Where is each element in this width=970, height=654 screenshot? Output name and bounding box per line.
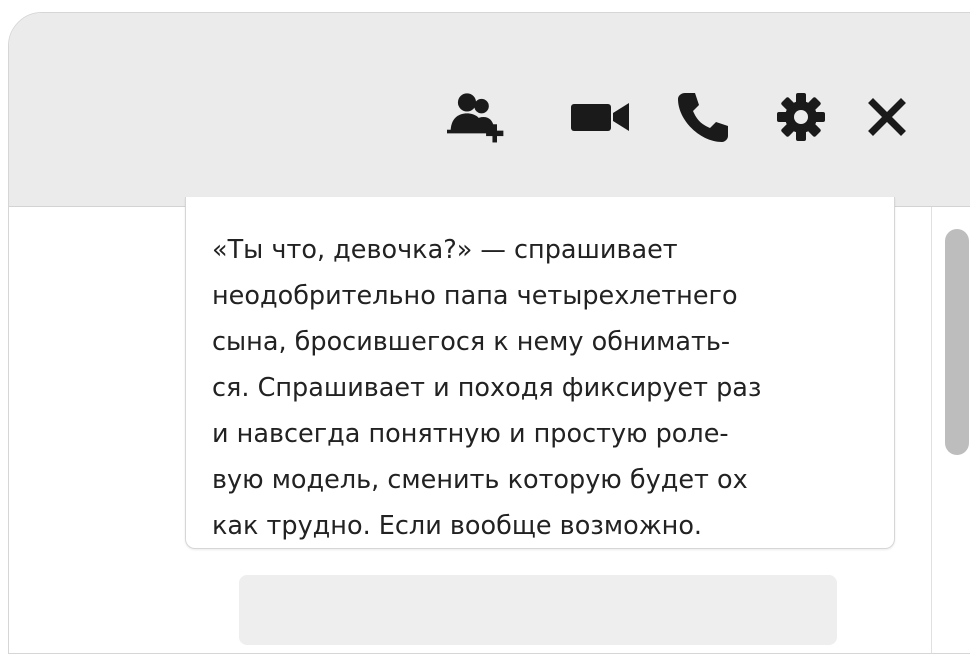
message-line: и навсегда понятную и простую роле- [212,419,729,449]
chat-window: «Ты что, девочка?» — спрашивает неодобрит… [8,12,970,654]
message-line: как трудно. Если вообще возможно. [212,511,703,541]
video-call-icon[interactable] [571,85,631,149]
message-bubble: «Ты что, девочка?» — спрашивает неодобрит… [185,197,895,549]
message-line: сына, бросившегося к нему обнимать- [212,327,731,357]
chat-header [9,13,970,207]
gear-icon[interactable] [771,85,831,149]
message-text: «Ты что, девочка?» — спрашивает неодобрит… [212,227,876,549]
loading-message-placeholder [239,575,837,645]
message-list[interactable]: «Ты что, девочка?» — спрашивает неодобрит… [9,197,929,653]
message-line: вую модель, сменить которую будет ох [212,465,748,495]
close-icon[interactable] [857,85,917,149]
message-line: неодобрительно папа четырехлетнего [212,281,738,311]
add-contact-icon[interactable] [447,85,507,149]
phone-icon[interactable] [673,85,733,149]
scrollbar-track[interactable] [931,207,970,653]
scrollbar-thumb[interactable] [945,229,969,455]
message-line: ся. Спрашивает и походя фиксирует раз [212,373,762,403]
message-line: «Ты что, девочка?» — спрашивает [212,235,678,265]
